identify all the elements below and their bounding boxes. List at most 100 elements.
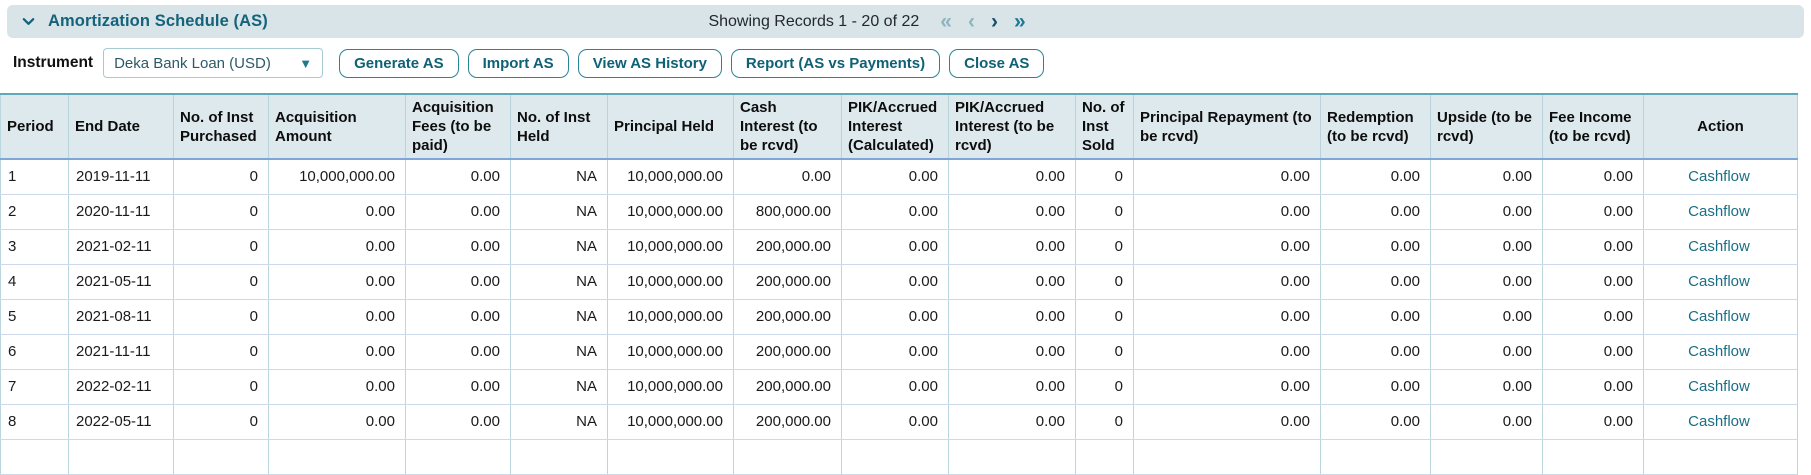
cell-acquisition-amount: 0.00 — [269, 229, 406, 264]
cell-action: Cashflow — [1644, 299, 1798, 334]
cell-empty — [1321, 439, 1431, 474]
cell-fee-income-to-be-rcvd: 0.00 — [1543, 369, 1644, 404]
cell-end-date: 2021-08-11 — [69, 299, 174, 334]
toolbar-buttons: Generate AS Import AS View AS History Repor… — [339, 49, 1044, 78]
amortization-table-wrap: PeriodEnd DateNo. of Inst PurchasedAcqui… — [0, 93, 1811, 475]
cashflow-link[interactable]: Cashflow — [1688, 273, 1750, 290]
cell-redemption-to-be-rcvd: 0.00 — [1321, 404, 1431, 439]
cell-empty — [69, 439, 174, 474]
table-row: 12019-11-11010,000,000.000.00NA10,000,00… — [1, 159, 1798, 194]
cell-empty — [511, 439, 608, 474]
close-as-button[interactable]: Close AS — [949, 49, 1044, 78]
pagination-first-icon[interactable]: « — [935, 11, 957, 32]
cell-principal-repayment-to-be-rcvd: 0.00 — [1134, 369, 1321, 404]
cell-fee-income-to-be-rcvd: 0.00 — [1543, 229, 1644, 264]
cell-action: Cashflow — [1644, 369, 1798, 404]
cell-empty — [1543, 439, 1644, 474]
cell-principal-repayment-to-be-rcvd: 0.00 — [1134, 229, 1321, 264]
cell-pik-accrued-interest-to-be-rcvd: 0.00 — [949, 369, 1076, 404]
cell-pik-accrued-interest-calculated: 0.00 — [842, 159, 949, 194]
generate-as-button[interactable]: Generate AS — [339, 49, 458, 78]
table-row: 22020-11-1100.000.00NA10,000,000.00800,0… — [1, 194, 1798, 229]
cell-redemption-to-be-rcvd: 0.00 — [1321, 229, 1431, 264]
cell-fee-income-to-be-rcvd: 0.00 — [1543, 159, 1644, 194]
cell-no-of-inst-sold: 0 — [1076, 159, 1134, 194]
cell-principal-held: 10,000,000.00 — [608, 159, 734, 194]
amortization-table: PeriodEnd DateNo. of Inst PurchasedAcqui… — [0, 93, 1798, 475]
table-row: 82022-05-1100.000.00NA10,000,000.00200,0… — [1, 404, 1798, 439]
cell-no-of-inst-sold: 0 — [1076, 299, 1134, 334]
cell-redemption-to-be-rcvd: 0.00 — [1321, 264, 1431, 299]
column-header-cash-interest-to-be-rcvd: Cash Interest (to be rcvd) — [734, 94, 842, 159]
cell-upside-to-be-rcvd: 0.00 — [1431, 404, 1543, 439]
cell-acquisition-amount: 0.00 — [269, 369, 406, 404]
view-as-history-button[interactable]: View AS History — [578, 49, 722, 78]
cell-period: 5 — [1, 299, 69, 334]
cell-acquisition-amount: 10,000,000.00 — [269, 159, 406, 194]
cell-end-date: 2021-11-11 — [69, 334, 174, 369]
cell-empty — [734, 439, 842, 474]
cell-principal-held: 10,000,000.00 — [608, 299, 734, 334]
cell-pik-accrued-interest-to-be-rcvd: 0.00 — [949, 299, 1076, 334]
cell-acquisition-fees-to-be-paid: 0.00 — [406, 334, 511, 369]
cell-pik-accrued-interest-calculated: 0.00 — [842, 334, 949, 369]
cell-no-of-inst-held: NA — [511, 159, 608, 194]
pagination-prev-icon[interactable]: ‹ — [963, 11, 980, 32]
cell-empty — [1134, 439, 1321, 474]
report-as-vs-payments-button[interactable]: Report (AS vs Payments) — [731, 49, 940, 78]
pagination-next-icon[interactable]: › — [986, 11, 1003, 32]
cell-end-date: 2022-02-11 — [69, 369, 174, 404]
cell-period: 7 — [1, 369, 69, 404]
cell-upside-to-be-rcvd: 0.00 — [1431, 334, 1543, 369]
cell-action: Cashflow — [1644, 194, 1798, 229]
cashflow-link[interactable]: Cashflow — [1688, 413, 1750, 430]
cell-principal-held: 10,000,000.00 — [608, 334, 734, 369]
cell-redemption-to-be-rcvd: 0.00 — [1321, 299, 1431, 334]
cell-end-date: 2021-05-11 — [69, 264, 174, 299]
cell-no-of-inst-purchased: 0 — [174, 159, 269, 194]
cell-cash-interest-to-be-rcvd: 200,000.00 — [734, 229, 842, 264]
cell-empty — [1, 439, 69, 474]
cashflow-link[interactable]: Cashflow — [1688, 203, 1750, 220]
cell-end-date: 2022-05-11 — [69, 404, 174, 439]
cell-upside-to-be-rcvd: 0.00 — [1431, 264, 1543, 299]
cell-upside-to-be-rcvd: 0.00 — [1431, 159, 1543, 194]
cell-acquisition-fees-to-be-paid: 0.00 — [406, 369, 511, 404]
cell-acquisition-fees-to-be-paid: 0.00 — [406, 159, 511, 194]
cashflow-link[interactable]: Cashflow — [1688, 343, 1750, 360]
collapse-chevron-icon[interactable] — [21, 14, 36, 29]
cell-acquisition-amount: 0.00 — [269, 299, 406, 334]
panel-title: Amortization Schedule (AS) — [48, 12, 268, 31]
pagination-last-icon[interactable]: » — [1009, 11, 1031, 32]
cell-empty — [1431, 439, 1543, 474]
column-header-redemption-to-be-rcvd: Redemption (to be rcvd) — [1321, 94, 1431, 159]
cell-period: 2 — [1, 194, 69, 229]
cell-principal-repayment-to-be-rcvd: 0.00 — [1134, 334, 1321, 369]
cell-principal-held: 10,000,000.00 — [608, 264, 734, 299]
cashflow-link[interactable]: Cashflow — [1688, 238, 1750, 255]
cashflow-link[interactable]: Cashflow — [1688, 308, 1750, 325]
cell-pik-accrued-interest-to-be-rcvd: 0.00 — [949, 264, 1076, 299]
table-row-clipped — [1, 439, 1798, 474]
table-row: 72022-02-1100.000.00NA10,000,000.00200,0… — [1, 369, 1798, 404]
instrument-select[interactable]: Deka Bank Loan (USD) ▼ — [103, 48, 323, 78]
cell-acquisition-amount: 0.00 — [269, 194, 406, 229]
cell-empty — [608, 439, 734, 474]
cell-cash-interest-to-be-rcvd: 200,000.00 — [734, 369, 842, 404]
cell-no-of-inst-held: NA — [511, 229, 608, 264]
cell-fee-income-to-be-rcvd: 0.00 — [1543, 299, 1644, 334]
instrument-selected-value: Deka Bank Loan (USD) — [114, 55, 271, 72]
cell-acquisition-amount: 0.00 — [269, 404, 406, 439]
cashflow-link[interactable]: Cashflow — [1688, 168, 1750, 185]
cell-pik-accrued-interest-calculated: 0.00 — [842, 369, 949, 404]
cell-period: 8 — [1, 404, 69, 439]
import-as-button[interactable]: Import AS — [468, 49, 569, 78]
column-header-fee-income-to-be-rcvd: Fee Income (to be rcvd) — [1543, 94, 1644, 159]
column-header-pik-accrued-interest-calculated: PIK/Accrued Interest (Calculated) — [842, 94, 949, 159]
cell-empty — [269, 439, 406, 474]
table-row: 62021-11-1100.000.00NA10,000,000.00200,0… — [1, 334, 1798, 369]
cell-principal-repayment-to-be-rcvd: 0.00 — [1134, 159, 1321, 194]
cashflow-link[interactable]: Cashflow — [1688, 378, 1750, 395]
column-header-upside-to-be-rcvd: Upside (to be rcvd) — [1431, 94, 1543, 159]
cell-end-date: 2020-11-11 — [69, 194, 174, 229]
